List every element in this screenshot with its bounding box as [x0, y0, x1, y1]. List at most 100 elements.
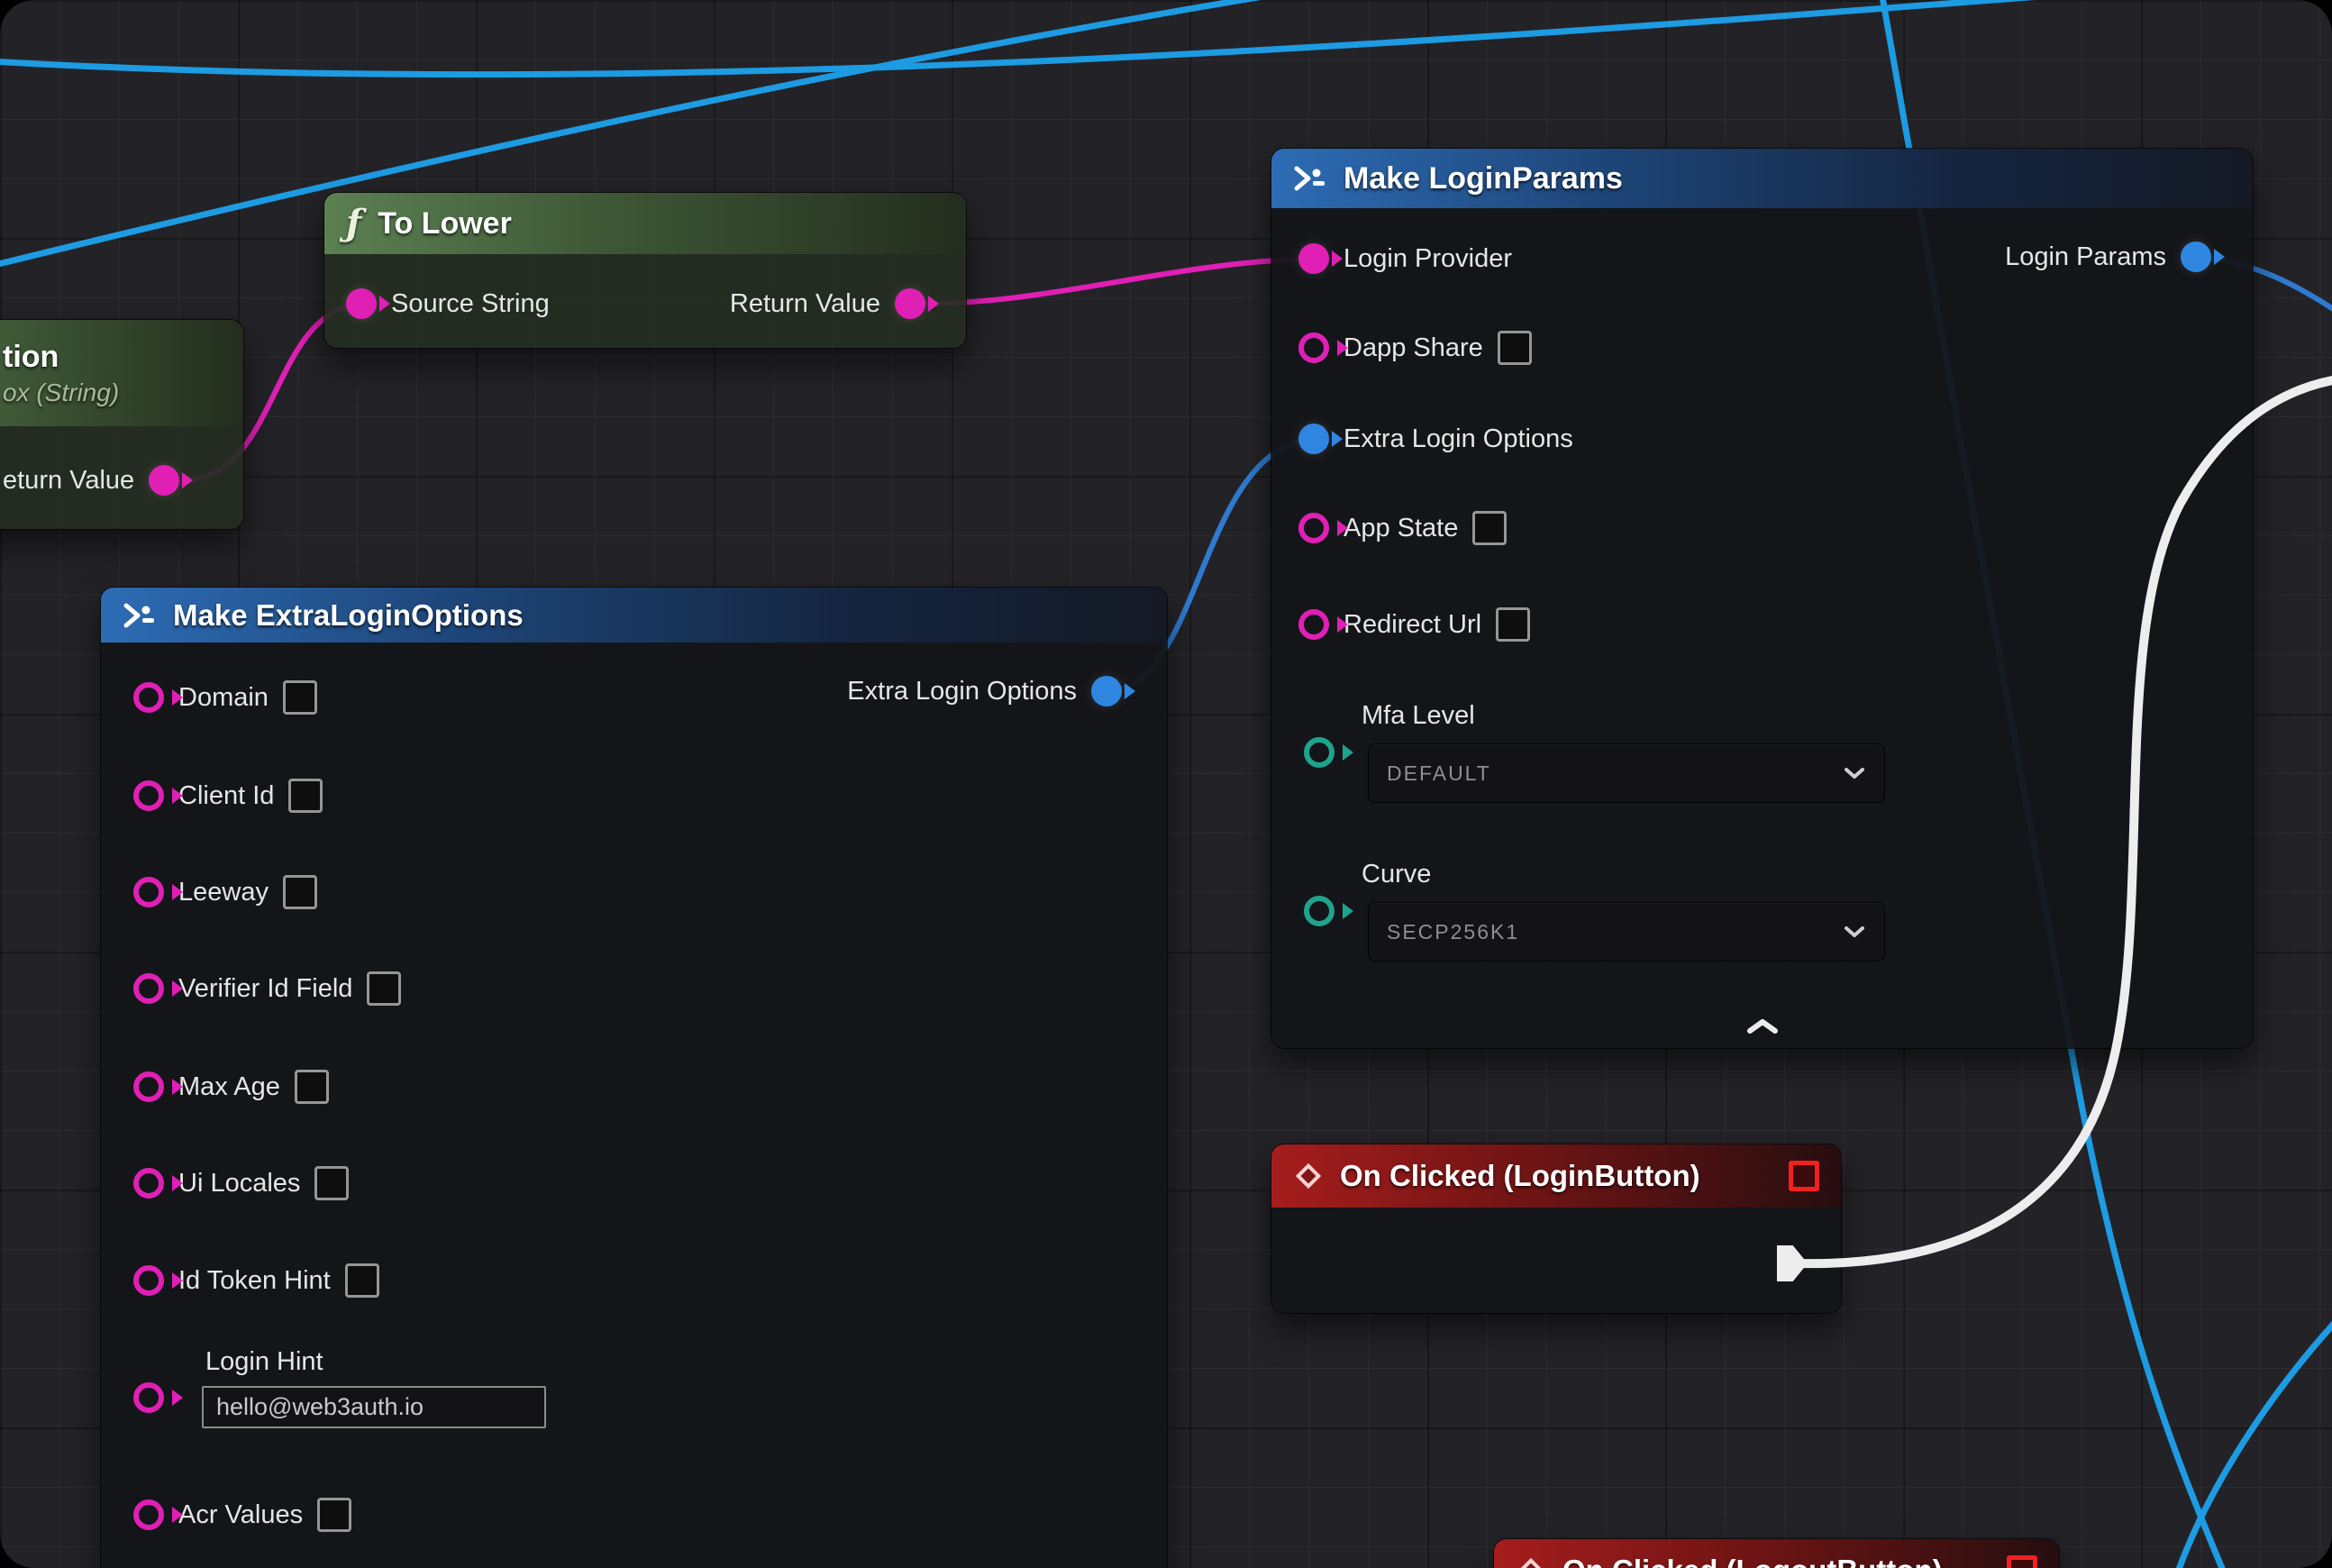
pin-row-redirect-url: Redirect Url [1298, 607, 1530, 642]
pin-row-ui-locales: Ui Locales [133, 1166, 349, 1200]
pin-default-checkbox[interactable] [283, 875, 317, 909]
node-title: tion [3, 340, 59, 375]
node-make-extra-login-options[interactable]: Make ExtraLoginOptions Domain Client Id … [101, 588, 1167, 1568]
pin-label: Source String [391, 289, 550, 319]
pin-label: Dapp Share [1344, 333, 1483, 363]
pin-default-checkbox[interactable] [317, 1498, 351, 1532]
pin-label: Return Value [730, 289, 880, 319]
node-title: On Clicked (LogoutButton) [1562, 1554, 1943, 1568]
string-input-pin[interactable] [133, 877, 164, 907]
node-header[interactable]: ƒ To Lower [324, 193, 966, 254]
pin-default-checkbox[interactable] [288, 779, 323, 813]
mfa-level-dropdown[interactable]: DEFAULT [1368, 743, 1885, 803]
pin-label: Login Hint [205, 1347, 323, 1377]
node-title: On Clicked (LoginButton) [1340, 1159, 1700, 1193]
node-header[interactable]: On Clicked (LogoutButton) [1494, 1539, 2059, 1568]
pin-label: Mfa Level [1362, 701, 1475, 731]
string-input-pin[interactable] [133, 1168, 164, 1199]
node-header[interactable]: On Clicked (LoginButton) [1271, 1144, 1841, 1208]
event-diamond-icon [1293, 1161, 1324, 1191]
pin-label: Login Params [2005, 242, 2166, 272]
struct-input-pin[interactable] [1298, 424, 1329, 454]
pin-label: Max Age [178, 1072, 280, 1102]
make-struct-icon [123, 602, 157, 629]
pin-label: Acr Values [178, 1500, 303, 1530]
pin-default-checkbox[interactable] [283, 680, 317, 715]
chevron-down-icon [1843, 925, 1866, 939]
pin-label: Leeway [178, 878, 269, 907]
pin-default-checkbox[interactable] [1498, 331, 1532, 365]
curve-dropdown[interactable]: SECP256K1 [1368, 902, 1885, 962]
node-on-clicked-logout-button[interactable]: On Clicked (LogoutButton) [1494, 1539, 2059, 1568]
node-subtitle: ox (String) [3, 378, 119, 407]
struct-output-pin[interactable] [2181, 242, 2211, 272]
string-input-pin[interactable] [1298, 513, 1329, 543]
bound-event-icon[interactable] [2007, 1555, 2037, 1568]
pin-label: Id Token Hint [178, 1266, 331, 1296]
string-input-pin[interactable] [1298, 333, 1329, 363]
pin-row-max-age: Max Age [133, 1070, 329, 1104]
pin-label: Login Provider [1344, 244, 1512, 274]
string-input-pin[interactable] [133, 973, 164, 1004]
string-output-pin[interactable] [895, 288, 925, 319]
pin-label: Domain [178, 683, 269, 713]
pin-row-login-params-out: Login Params [2005, 242, 2211, 272]
node-make-login-params[interactable]: Make LoginParams Login Provider Dapp Sha… [1271, 149, 2253, 1048]
node-title: To Lower [378, 206, 512, 242]
pin-row: Source String Return Value [346, 288, 925, 319]
dropdown-value: SECP256K1 [1387, 920, 1519, 944]
string-output-pin[interactable] [149, 465, 179, 496]
pin-default-checkbox[interactable] [367, 971, 401, 1006]
pin-row-app-state: App State [1298, 511, 1507, 545]
pin-default-checkbox[interactable] [295, 1070, 329, 1104]
node-header[interactable]: Make LoginParams [1271, 149, 2253, 208]
pin-default-checkbox[interactable] [1496, 607, 1530, 642]
chevron-up-icon [1743, 1016, 1782, 1036]
pin-row-client-id: Client Id [133, 779, 323, 813]
node-on-clicked-login-button[interactable]: On Clicked (LoginButton) [1271, 1144, 1841, 1313]
string-input-pin[interactable] [133, 780, 164, 811]
pin-row-login-provider: Login Provider [1298, 243, 1512, 274]
blueprint-graph-canvas[interactable]: tion ox (String) eturn Value ƒ To Lower … [0, 0, 2332, 1568]
enum-input-pin[interactable] [1304, 896, 1335, 926]
login-hint-input[interactable] [202, 1386, 546, 1428]
enum-input-pin[interactable] [1304, 737, 1335, 768]
pin-label: Ui Locales [178, 1169, 300, 1199]
string-input-pin[interactable] [133, 1500, 164, 1530]
string-input-pin[interactable] [133, 682, 164, 713]
pin-label: Curve [1362, 860, 1431, 889]
bound-event-icon[interactable] [1789, 1161, 1819, 1191]
pin-row-extra-login-options-out: Extra Login Options [847, 676, 1122, 707]
pin-label: Redirect Url [1344, 610, 1481, 640]
node-title: Make ExtraLoginOptions [173, 598, 524, 633]
chevron-down-icon [1843, 766, 1866, 780]
pin-row-id-token-hint: Id Token Hint [133, 1263, 379, 1298]
node-header[interactable]: tion ox (String) [0, 320, 243, 426]
node-text-getter-partial[interactable]: tion ox (String) eturn Value [0, 320, 243, 529]
struct-output-pin[interactable] [1091, 676, 1122, 707]
string-input-pin[interactable] [346, 288, 377, 319]
pin-row-leeway: Leeway [133, 875, 317, 909]
pin-row-acr-values: Acr Values [133, 1498, 351, 1532]
pin-row-verifier-id-field: Verifier Id Field [133, 971, 401, 1006]
pin-row-dapp-share: Dapp Share [1298, 331, 1532, 365]
node-title: Make LoginParams [1344, 161, 1623, 196]
pin-label: Extra Login Options [1344, 424, 1573, 454]
node-to-lower[interactable]: ƒ To Lower Source String Return Value [324, 193, 966, 348]
string-input-pin[interactable] [133, 1071, 164, 1102]
pin-row-domain: Domain [133, 680, 317, 715]
pin-label: App State [1344, 514, 1458, 543]
collapse-advanced-button[interactable] [1743, 1016, 1782, 1041]
pin-default-checkbox[interactable] [314, 1166, 349, 1200]
node-header[interactable]: Make ExtraLoginOptions [101, 588, 1167, 643]
string-input-pin[interactable] [133, 1265, 164, 1296]
pin-default-checkbox[interactable] [345, 1263, 379, 1298]
exec-output-pin[interactable] [1777, 1245, 1808, 1281]
string-input-pin[interactable] [133, 1382, 164, 1413]
pin-label: Extra Login Options [847, 677, 1077, 707]
string-input-pin[interactable] [1298, 243, 1329, 274]
string-input-pin[interactable] [1298, 609, 1329, 640]
pin-row-return-value: eturn Value [3, 465, 179, 496]
pin-row-extra-login-options: Extra Login Options [1298, 424, 1573, 454]
pin-default-checkbox[interactable] [1472, 511, 1507, 545]
